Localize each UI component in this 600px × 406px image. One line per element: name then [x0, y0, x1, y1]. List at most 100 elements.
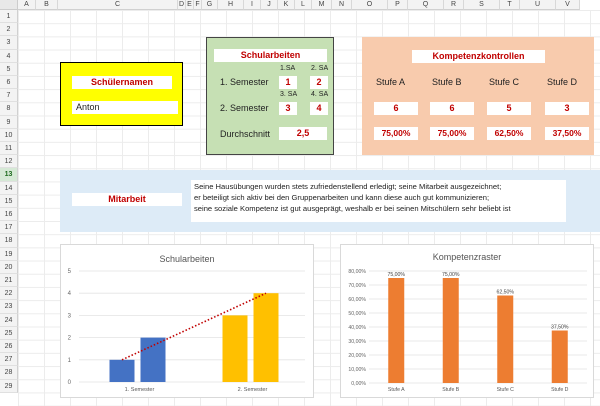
sa4-cell[interactable]: 4	[310, 102, 328, 115]
row-header-29[interactable]: 29	[0, 379, 18, 393]
spreadsheet: ABCDEFGHIJKLMNOPQRSTUV 1 2 3 4 5 6 7 8 9 10 11 12 13…	[0, 0, 600, 406]
row-header-2[interactable]: 2	[0, 23, 18, 37]
chart2-data-label-2: 62,50%	[496, 290, 514, 296]
row-header-27[interactable]: 27	[0, 353, 18, 367]
kompetenz-title: Kompetenzkontrollen	[412, 50, 545, 63]
mitarbeit-line-3: seine soziale Kompetenz ist gut ausgeprä…	[194, 204, 511, 213]
row-header-23[interactable]: 23	[0, 300, 18, 314]
chart1-bar-1-0	[222, 315, 248, 382]
row-header-24[interactable]: 24	[0, 313, 18, 327]
column-header-n[interactable]: N	[332, 0, 352, 10]
row-header-7[interactable]: 7	[0, 89, 18, 103]
row-header-16[interactable]: 16	[0, 208, 18, 222]
chart2-bar-3	[551, 330, 568, 383]
row-header-6[interactable]: 6	[0, 76, 18, 90]
kompetenz-value-2[interactable]: 5	[487, 102, 531, 115]
column-header-d[interactable]: D	[178, 0, 186, 10]
sem2-label: 2. Semester	[220, 103, 269, 113]
chart2-data-label-0: 75,00%	[387, 272, 405, 278]
chart2-bar-2	[497, 295, 514, 383]
row-header-1[interactable]: 1	[0, 10, 18, 24]
sem1-label: 1. Semester	[220, 77, 269, 87]
row-header-28[interactable]: 28	[0, 366, 18, 380]
chart2-xtick-1: Stufe B	[442, 387, 460, 393]
sa4-label: 4. SA	[311, 91, 329, 98]
column-header-s[interactable]: S	[464, 0, 500, 10]
row-header-11[interactable]: 11	[0, 142, 18, 156]
chart2-ytick-5: 50,00%	[348, 311, 366, 317]
column-header-r[interactable]: R	[444, 0, 464, 10]
column-header-l[interactable]: L	[295, 0, 312, 10]
row-header-8[interactable]: 8	[0, 102, 18, 116]
row-header-13[interactable]: 13	[0, 168, 18, 182]
chart1-ytick-0: 0	[68, 380, 72, 386]
sa3-label: 3. SA	[280, 91, 298, 98]
chart2-data-label-1: 75,00%	[442, 272, 460, 278]
chart1-bar-0-1	[140, 337, 166, 382]
schularbeiten-title: Schularbeiten	[214, 49, 327, 62]
row-header-22[interactable]: 22	[0, 287, 18, 301]
column-header-t[interactable]: T	[500, 0, 520, 10]
column-header-v[interactable]: V	[556, 0, 580, 10]
chart1-ytick-2: 2	[68, 336, 72, 342]
avg-cell[interactable]: 2,5	[279, 127, 327, 140]
column-header-g[interactable]: G	[202, 0, 218, 10]
row-header-14[interactable]: 14	[0, 181, 18, 195]
kompetenz-value-0[interactable]: 6	[374, 102, 418, 115]
schueler-name: Anton	[76, 102, 100, 112]
row-header-21[interactable]: 21	[0, 274, 18, 288]
sa2-cell[interactable]: 2	[310, 76, 328, 89]
sa1-cell[interactable]: 1	[279, 76, 297, 89]
column-header-f[interactable]: F	[194, 0, 202, 10]
chart2-ytick-0: 0,00%	[351, 381, 366, 387]
column-header-u[interactable]: U	[520, 0, 556, 10]
row-header-3[interactable]: 3	[0, 36, 18, 50]
column-header-e[interactable]: E	[186, 0, 194, 10]
row-header-9[interactable]: 9	[0, 115, 18, 129]
column-header-o[interactable]: O	[352, 0, 388, 10]
column-header-q[interactable]: Q	[408, 0, 444, 10]
row-header-12[interactable]: 12	[0, 155, 18, 169]
row-header-10[interactable]: 10	[0, 128, 18, 142]
chart2-ytick-4: 40,00%	[348, 325, 366, 331]
row-header-26[interactable]: 26	[0, 340, 18, 354]
row-header-4[interactable]: 4	[0, 49, 18, 63]
kompetenz-value-1[interactable]: 6	[430, 102, 474, 115]
schueler-box	[60, 62, 183, 126]
row-header-20[interactable]: 20	[0, 260, 18, 274]
row-header-19[interactable]: 19	[0, 247, 18, 261]
kompetenz-percent-3[interactable]: 37,50%	[545, 127, 589, 140]
column-header-k[interactable]: K	[278, 0, 295, 10]
kompetenz-percent-1[interactable]: 75,00%	[430, 127, 474, 140]
kompetenz-value-3[interactable]: 3	[545, 102, 589, 115]
chart1-ytick-1: 1	[68, 358, 72, 364]
row-header-25[interactable]: 25	[0, 326, 18, 340]
column-header-m[interactable]: M	[312, 0, 332, 10]
column-header-j[interactable]: J	[261, 0, 278, 10]
column-header-h[interactable]: H	[218, 0, 244, 10]
kompetenz-level-2: Stufe C	[489, 77, 520, 87]
column-header-a[interactable]: A	[18, 0, 36, 10]
column-header-p[interactable]: P	[388, 0, 408, 10]
chart1-xtick-1: 2. Semester	[238, 387, 268, 393]
kompetenzraster-chart[interactable]: Kompetenzraster 0,00% 10,00% 20,00% 30,00% 4…	[340, 244, 594, 398]
avg-label: Durchschnitt	[220, 129, 271, 139]
row-header-18[interactable]: 18	[0, 234, 18, 248]
kompetenz-percent-2[interactable]: 62,50%	[487, 127, 531, 140]
schueler-name-field[interactable]: Anton	[72, 101, 178, 114]
schularbeiten-chart[interactable]: Schularbeiten 0 1 2 3 4 5 1. Semester 2. Semest…	[60, 244, 314, 398]
row-header-15[interactable]: 15	[0, 194, 18, 208]
chart1-xtick-0: 1. Semester	[125, 387, 155, 393]
mitarbeit-text-box[interactable]: Seine Hausübungen wurden stets zufrieden…	[191, 180, 566, 222]
column-header-c[interactable]: C	[58, 0, 178, 10]
column-header-b[interactable]: B	[36, 0, 58, 10]
row-header-5[interactable]: 5	[0, 62, 18, 76]
column-header-i[interactable]: I	[244, 0, 261, 10]
kompetenz-level-1: Stufe B	[432, 77, 462, 87]
kompetenz-level-3: Stufe D	[547, 77, 578, 87]
kompetenz-percent-0[interactable]: 75,00%	[374, 127, 418, 140]
chart2-bar-0	[388, 278, 405, 383]
select-all-corner[interactable]	[0, 0, 18, 10]
sa3-cell[interactable]: 3	[279, 102, 297, 115]
row-header-17[interactable]: 17	[0, 221, 18, 235]
